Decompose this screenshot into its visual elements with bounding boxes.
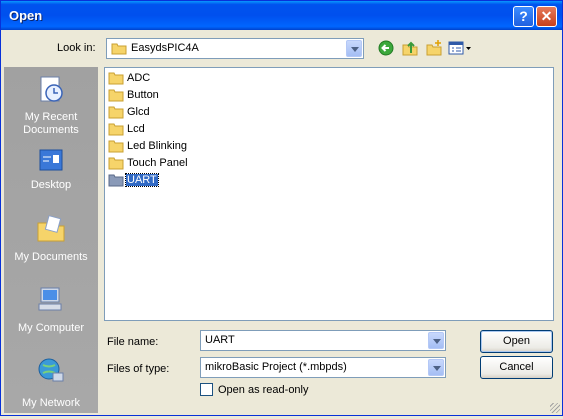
file-name-combo[interactable]: UART [200,330,446,351]
place-my-network[interactable]: My Network [4,351,98,419]
folder-icon [108,89,124,102]
file-name-label: File name: [107,336,159,348]
place-my-computer[interactable]: My Computer [4,280,98,348]
look-in-combo[interactable]: EasydsPIC4A [106,38,364,59]
dialog-body: Look in: EasydsPIC4A My Recent Documents [4,30,559,413]
file-name-input[interactable]: UART [205,334,235,346]
chevron-down-icon[interactable] [428,359,444,376]
help-button[interactable]: ? [513,6,534,27]
my-network-icon [38,358,64,382]
place-my-recent-documents[interactable]: My Recent Documents [4,69,98,137]
list-item[interactable]: Glcd [108,104,151,120]
place-my-documents[interactable]: My Documents [4,209,98,277]
file-name: Led Blinking [127,140,187,152]
chevron-down-icon[interactable] [428,332,444,349]
back-icon[interactable] [376,38,396,58]
read-only-checkbox[interactable]: Open as read-only [200,383,309,396]
new-folder-icon[interactable] [424,38,444,58]
file-name: Lcd [127,123,145,135]
up-folder-icon[interactable] [400,38,420,58]
file-name: Glcd [127,106,150,118]
file-list[interactable]: ADC Button Glcd Lcd Led Blinking Touch P… [104,67,554,321]
list-item[interactable]: Touch Panel [108,155,189,171]
folder-icon [108,72,124,85]
folder-icon [108,106,124,119]
file-type-value: mikroBasic Project (*.mbpds) [205,361,347,373]
look-in-value: EasydsPIC4A [131,42,199,54]
place-label: My Computer [17,322,85,334]
place-label: My Network [21,397,81,409]
cancel-button[interactable]: Cancel [480,356,553,379]
place-desktop[interactable]: Desktop [4,141,98,209]
places-bar: My Recent Documents Desktop My Documents… [4,67,98,413]
file-name: ADC [127,72,151,84]
open-dialog: Open ? ✕ Look in: EasydsPIC4A My Recent … [0,0,563,416]
file-name: Touch Panel [127,157,188,169]
open-button[interactable]: Open [480,330,553,353]
recent-documents-icon [40,76,63,102]
views-menu-icon[interactable] [447,38,473,58]
list-item-selected[interactable]: UART [108,172,159,188]
list-item[interactable]: ADC [108,70,151,86]
folder-icon [111,43,127,55]
place-label: My Recent Documents [23,111,79,136]
place-label: My Documents [14,251,88,263]
my-documents-icon [37,215,65,242]
resize-grip[interactable] [550,403,560,413]
read-only-label: Open as read-only [218,383,309,396]
file-name: Button [127,89,159,101]
folder-icon [108,140,124,153]
list-item[interactable]: Lcd [108,121,146,137]
file-type-label: Files of type: [107,363,170,375]
folder-icon [108,157,124,170]
my-computer-icon [38,287,62,311]
list-item[interactable]: Button [108,87,160,103]
list-item[interactable]: Led Blinking [108,138,188,154]
desktop-icon [39,149,63,171]
place-label: Desktop [30,179,72,191]
look-in-label: Look in: [57,42,96,54]
folder-icon [108,174,124,187]
title-bar[interactable]: Open ? ✕ [1,1,562,30]
file-name: UART [125,173,159,187]
file-type-combo[interactable]: mikroBasic Project (*.mbpds) [200,357,446,378]
chevron-down-icon[interactable] [346,40,362,57]
close-button[interactable]: ✕ [536,6,557,27]
checkbox-box[interactable] [200,383,213,396]
window-title: Open [9,8,43,23]
folder-icon [108,123,124,136]
